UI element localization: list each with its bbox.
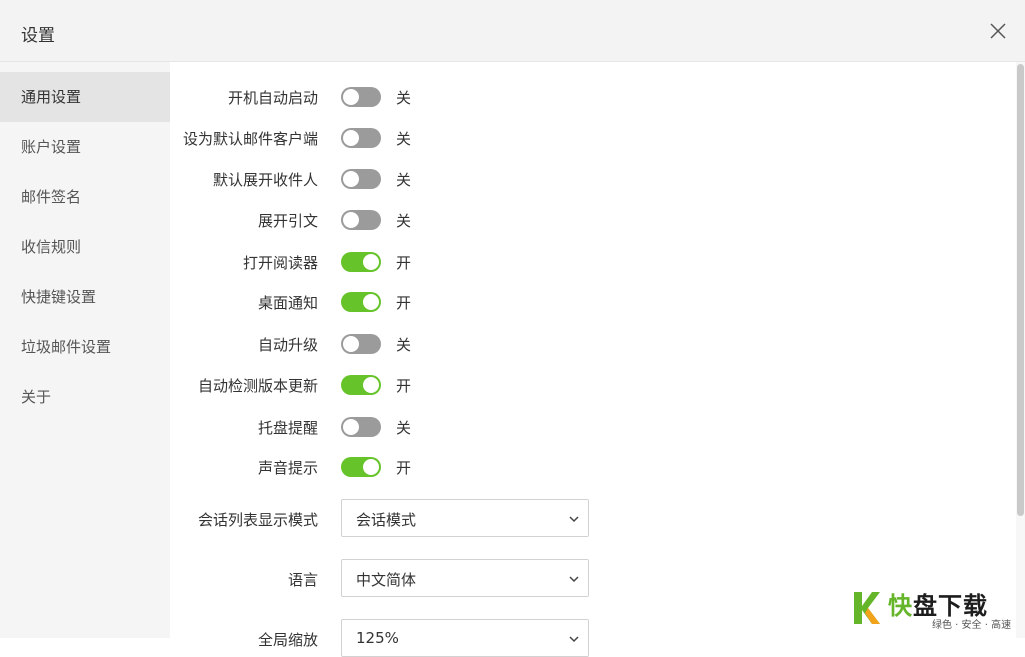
toggle-state-text: 关 bbox=[396, 336, 412, 354]
title-bar: 设置 bbox=[0, 0, 1025, 62]
setting-label: 全局缩放 bbox=[257, 631, 318, 649]
toggle-knob bbox=[343, 171, 359, 187]
setting-row-list-mode: 会话列表显示模式 会话模式 bbox=[170, 499, 1020, 537]
list-mode-select[interactable]: 会话模式 bbox=[341, 499, 589, 537]
setting-label: 会话列表显示模式 bbox=[197, 511, 318, 529]
tray-reminder-toggle[interactable] bbox=[341, 417, 381, 437]
toggle-state-text: 开 bbox=[396, 377, 412, 395]
chevron-down-icon bbox=[569, 576, 579, 583]
chevron-down-icon bbox=[569, 636, 579, 643]
toggle-knob bbox=[343, 89, 359, 105]
zoom-select[interactable]: 125% bbox=[341, 619, 589, 657]
watermark-tagline: 绿色 · 安全 · 高速 bbox=[932, 620, 1012, 631]
setting-label: 托盘提醒 bbox=[257, 419, 318, 437]
close-button[interactable] bbox=[986, 19, 1010, 43]
open-reader-toggle[interactable] bbox=[341, 252, 381, 272]
setting-row-autostart: 开机自动启动 关 bbox=[170, 82, 1020, 112]
setting-row-tray-reminder: 托盘提醒 关 bbox=[170, 412, 1020, 442]
desktop-notify-toggle[interactable] bbox=[341, 292, 381, 312]
autostart-toggle[interactable] bbox=[341, 87, 381, 107]
setting-label: 自动检测版本更新 bbox=[197, 377, 318, 395]
sidebar-item-shortcuts[interactable]: 快捷键设置 bbox=[0, 272, 170, 322]
setting-label: 默认展开收件人 bbox=[212, 171, 318, 189]
setting-row-sound: 声音提示 开 bbox=[170, 452, 1020, 482]
sidebar-item-account[interactable]: 账户设置 bbox=[0, 122, 170, 172]
sidebar-item-rules[interactable]: 收信规则 bbox=[0, 222, 170, 272]
default-client-toggle[interactable] bbox=[341, 128, 381, 148]
setting-row-open-reader: 打开阅读器 开 bbox=[170, 247, 1020, 277]
sound-toggle[interactable] bbox=[341, 457, 381, 477]
close-icon bbox=[990, 23, 1006, 39]
auto-upgrade-toggle[interactable] bbox=[341, 334, 381, 354]
setting-row-version-check: 自动检测版本更新 开 bbox=[170, 370, 1020, 400]
sidebar-item-spam[interactable]: 垃圾邮件设置 bbox=[0, 322, 170, 372]
setting-row-auto-upgrade: 自动升级 关 bbox=[170, 329, 1020, 359]
setting-label: 设为默认邮件客户端 bbox=[182, 130, 318, 148]
window-title: 设置 bbox=[21, 26, 55, 46]
settings-window: 设置 通用设置 账户设置 邮件签名 收信规则 快捷键设置 垃圾邮件设置 关于 开… bbox=[0, 0, 1025, 657]
sidebar-item-signature[interactable]: 邮件签名 bbox=[0, 172, 170, 222]
toggle-knob bbox=[343, 130, 359, 146]
toggle-state-text: 开 bbox=[396, 459, 412, 477]
sidebar: 通用设置 账户设置 邮件签名 收信规则 快捷键设置 垃圾邮件设置 关于 bbox=[0, 62, 170, 638]
toggle-knob bbox=[363, 294, 379, 310]
expand-recipients-toggle[interactable] bbox=[341, 169, 381, 189]
toggle-state-text: 开 bbox=[396, 254, 412, 272]
toggle-state-text: 关 bbox=[396, 171, 412, 189]
scrollbar-thumb[interactable] bbox=[1017, 64, 1024, 516]
setting-row-default-client: 设为默认邮件客户端 关 bbox=[170, 123, 1020, 153]
setting-label: 桌面通知 bbox=[257, 294, 318, 312]
setting-label: 开机自动启动 bbox=[227, 89, 318, 107]
toggle-state-text: 开 bbox=[396, 294, 412, 312]
toggle-knob bbox=[363, 377, 379, 393]
settings-content: 开机自动启动 关 设为默认邮件客户端 关 默认展开收件人 关 展开引文 关 打开… bbox=[170, 62, 1020, 657]
toggle-state-text: 关 bbox=[396, 89, 412, 107]
watermark: 快盘下载 绿色 · 安全 · 高速 bbox=[852, 586, 1020, 632]
select-value: 125% bbox=[356, 629, 399, 647]
setting-label: 展开引文 bbox=[257, 212, 318, 230]
toggle-state-text: 关 bbox=[396, 419, 412, 437]
setting-row-expand-quotes: 展开引文 关 bbox=[170, 205, 1020, 235]
toggle-state-text: 关 bbox=[396, 130, 412, 148]
select-value: 会话模式 bbox=[356, 511, 417, 529]
toggle-knob bbox=[343, 212, 359, 228]
toggle-knob bbox=[363, 254, 379, 270]
version-check-toggle[interactable] bbox=[341, 375, 381, 395]
setting-label: 语言 bbox=[287, 571, 318, 589]
setting-row-desktop-notify: 桌面通知 开 bbox=[170, 287, 1020, 317]
setting-row-expand-recipients: 默认展开收件人 关 bbox=[170, 164, 1020, 194]
sidebar-item-about[interactable]: 关于 bbox=[0, 372, 170, 422]
watermark-brand-first: 快 bbox=[888, 592, 913, 620]
toggle-knob bbox=[363, 459, 379, 475]
toggle-state-text: 关 bbox=[396, 212, 412, 230]
sidebar-item-general[interactable]: 通用设置 bbox=[0, 72, 170, 122]
toggle-knob bbox=[343, 419, 359, 435]
logo-k-icon bbox=[854, 592, 880, 624]
language-select[interactable]: 中文简体 bbox=[341, 559, 589, 597]
toggle-knob bbox=[343, 336, 359, 352]
chevron-down-icon bbox=[569, 516, 579, 523]
setting-label: 打开阅读器 bbox=[242, 254, 318, 272]
setting-label: 自动升级 bbox=[257, 336, 318, 354]
setting-label: 声音提示 bbox=[257, 459, 318, 477]
expand-quotes-toggle[interactable] bbox=[341, 210, 381, 230]
select-value: 中文简体 bbox=[356, 571, 417, 589]
